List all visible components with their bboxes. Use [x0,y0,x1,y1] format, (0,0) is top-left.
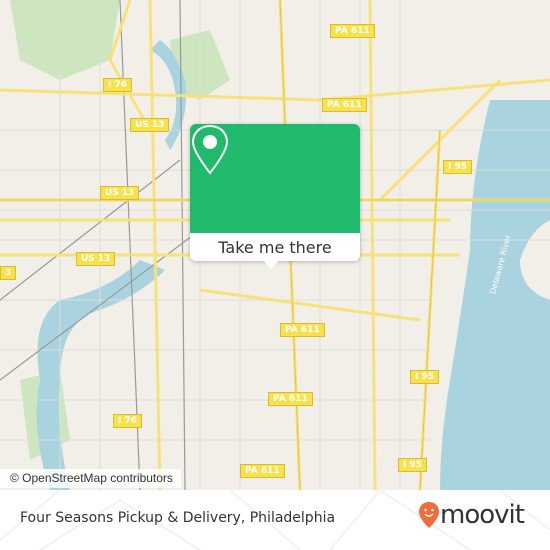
route-shield: I 95 [398,458,428,472]
route-shield: US 13 [130,118,170,132]
route-shield: US 13 [100,186,140,200]
map-pin-icon [191,124,229,175]
route-shield: US 13 [76,252,116,266]
popup-pointer [263,260,279,269]
route-shield: I 95 [410,370,440,384]
route-shield: I 95 [443,160,473,174]
route-shield: I 76 [103,78,133,92]
take-me-there-button[interactable]: Take me there [190,233,360,261]
popup-header [190,124,360,233]
osm-attribution[interactable]: © OpenStreetMap contributors [0,469,181,488]
footer: Four Seasons Pickup & Delivery, Philadel… [0,490,550,550]
route-shield: PA 611 [268,392,313,406]
route-shield: PA 611 [322,98,367,112]
moovit-pin-icon [419,502,439,528]
map[interactable]: PA 611 I 76 PA 611 US 13 US 13 I 95 US 1… [0,0,550,490]
route-shield: PA 611 [330,24,375,38]
route-shield: PA 611 [240,464,285,478]
route-shield: 3 [0,266,17,280]
take-me-there-popup[interactable]: Take me there [190,124,360,261]
route-shield: PA 611 [280,323,325,337]
place-title: Four Seasons Pickup & Delivery, Philadel… [20,510,336,526]
route-shield: I 76 [113,414,143,428]
moovit-logo[interactable]: moovit [418,500,525,530]
brand-name: moovit [440,500,525,530]
